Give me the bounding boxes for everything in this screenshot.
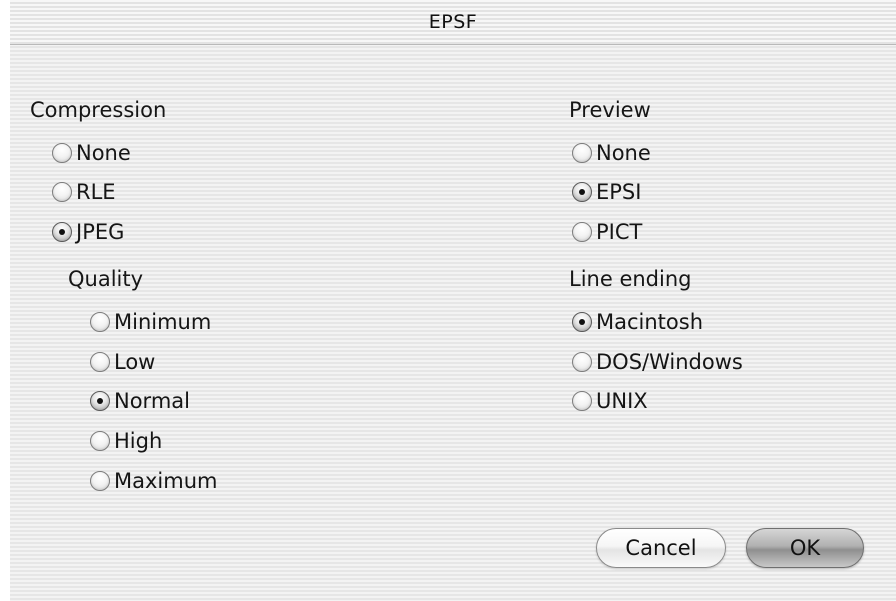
compression-option-none[interactable]: None	[52, 138, 131, 168]
epsf-dialog: EPSF Compression None RLE JPEG Quality M…	[10, 0, 896, 601]
line-ending-macintosh-label: Macintosh	[596, 310, 704, 334]
quality-low-radio[interactable]	[90, 352, 110, 372]
compression-heading: Compression	[30, 98, 167, 122]
preview-epsi-label: EPSI	[596, 180, 642, 204]
quality-minimum-radio[interactable]	[90, 312, 110, 332]
compression-jpeg-label: JPEG	[76, 220, 125, 244]
quality-option-minimum[interactable]: Minimum	[90, 307, 211, 337]
preview-option-epsi[interactable]: EPSI	[572, 177, 641, 207]
line-ending-option-dos-windows[interactable]: DOS/Windows	[572, 347, 743, 377]
preview-none-radio[interactable]	[572, 143, 592, 163]
preview-option-pict[interactable]: PICT	[572, 217, 642, 247]
quality-option-high[interactable]: High	[90, 426, 162, 456]
compression-rle-radio[interactable]	[52, 182, 72, 202]
quality-option-normal[interactable]: Normal	[90, 386, 190, 416]
quality-heading: Quality	[68, 267, 144, 291]
quality-minimum-label: Minimum	[114, 310, 212, 334]
line-ending-dos-windows-label: DOS/Windows	[596, 350, 743, 374]
preview-pict-label: PICT	[596, 220, 643, 244]
preview-epsi-radio[interactable]	[572, 182, 592, 202]
line-ending-unix-radio[interactable]	[572, 391, 592, 411]
line-ending-option-unix[interactable]: UNIX	[572, 386, 648, 416]
quality-low-label: Low	[114, 350, 156, 374]
quality-maximum-label: Maximum	[114, 469, 218, 493]
preview-option-none[interactable]: None	[572, 138, 651, 168]
quality-option-low[interactable]: Low	[90, 347, 155, 377]
preview-heading: Preview	[569, 98, 651, 122]
quality-maximum-radio[interactable]	[90, 471, 110, 491]
line-ending-option-macintosh[interactable]: Macintosh	[572, 307, 703, 337]
line-ending-unix-label: UNIX	[596, 389, 648, 413]
compression-none-radio[interactable]	[52, 143, 72, 163]
quality-normal-radio[interactable]	[90, 391, 110, 411]
quality-option-maximum[interactable]: Maximum	[90, 466, 217, 496]
quality-normal-label: Normal	[114, 389, 190, 413]
dialog-title: EPSF	[428, 11, 478, 33]
title-bar[interactable]: EPSF	[10, 0, 896, 45]
line-ending-macintosh-radio[interactable]	[572, 312, 592, 332]
preview-pict-radio[interactable]	[572, 222, 592, 242]
compression-none-label: None	[76, 141, 131, 165]
ok-button[interactable]: OK	[746, 528, 864, 568]
compression-jpeg-radio[interactable]	[52, 222, 72, 242]
compression-rle-label: RLE	[76, 180, 116, 204]
compression-option-rle[interactable]: RLE	[52, 177, 116, 207]
line-ending-heading: Line ending	[569, 267, 692, 291]
quality-high-radio[interactable]	[90, 431, 110, 451]
compression-option-jpeg[interactable]: JPEG	[52, 217, 124, 247]
preview-none-label: None	[596, 141, 651, 165]
line-ending-dos-windows-radio[interactable]	[572, 352, 592, 372]
quality-high-label: High	[114, 429, 163, 453]
cancel-button[interactable]: Cancel	[596, 528, 726, 568]
